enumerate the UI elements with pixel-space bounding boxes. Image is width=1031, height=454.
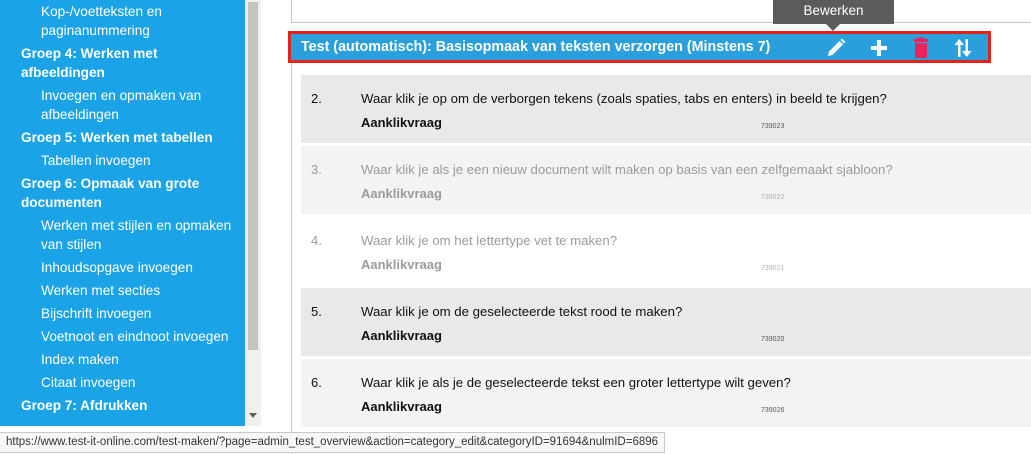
sort-arrows-icon [954, 39, 972, 57]
category-title: Test (automatisch): Basisopmaak van teks… [301, 39, 771, 55]
plus-icon [871, 40, 887, 56]
question-number: 6. [311, 375, 322, 390]
sidebar-item[interactable]: Voetnoot en eindnoot invoegen [0, 327, 245, 346]
sidebar-group-heading: Groep 5: Werken met tabellen [21, 130, 213, 145]
question-type: Aanklikvraag [361, 257, 442, 272]
scrollbar-thumb[interactable] [248, 2, 258, 350]
trash-icon [914, 37, 928, 58]
sidebar-item[interactable]: Tabellen invoegen [0, 151, 245, 170]
question-id: 739020 [761, 336, 785, 343]
add-question-button[interactable] [867, 37, 891, 59]
sidebar-group-heading: Groep 6: Opmaak van grote documenten [21, 176, 200, 210]
sidebar-item[interactable]: Invoegen en opmaken van afbeeldingen [0, 86, 245, 124]
edit-button[interactable] [824, 37, 848, 59]
sidebar-item[interactable]: Citaat invoegen [0, 373, 245, 392]
question-id: 739022 [761, 194, 785, 201]
question-type: Aanklikvraag [361, 399, 442, 414]
question-number: 4. [311, 233, 322, 248]
question-text[interactable]: Waar klik je als je een nieuw document w… [361, 162, 893, 177]
tooltip-pointer [826, 24, 840, 31]
sidebar-item[interactable]: Werken met stijlen en opmaken van stijle… [0, 216, 245, 254]
sidebar-item[interactable]: Bijschrift invoegen [0, 304, 245, 323]
sidebar-item[interactable]: Werken met secties [0, 281, 245, 300]
question-id: 739026 [761, 407, 785, 414]
sidebar-item[interactable]: Inhoudsopgave invoegen [0, 258, 245, 277]
question-row[interactable]: 6. Waar klik je als je de geselecteerde … [301, 359, 1031, 427]
question-id: 739023 [761, 123, 785, 130]
category-header: Test (automatisch): Basisopmaak van teks… [288, 31, 991, 63]
question-number: 3. [311, 162, 322, 177]
question-row[interactable]: 3. Waar klik je als je een nieuw documen… [301, 146, 1031, 214]
question-type: Aanklikvraag [361, 328, 442, 343]
scroll-down-arrow-icon[interactable] [249, 413, 257, 418]
edit-tooltip: Bewerken [773, 0, 894, 31]
question-text[interactable]: Waar klik je om het lettertype vet te ma… [361, 233, 617, 248]
previous-section-frame [291, 0, 1031, 23]
sort-button[interactable] [951, 37, 975, 59]
question-type: Aanklikvraag [361, 115, 442, 130]
sidebar-item[interactable]: Kop-/voetteksten en paginanummering [0, 2, 245, 40]
sidebar-scrollbar[interactable] [245, 0, 261, 426]
question-row[interactable]: 2. Waar klik je op om de verborgen teken… [301, 75, 1031, 143]
question-text[interactable]: Waar klik je op om de verborgen tekens (… [361, 91, 887, 106]
pencil-icon [828, 38, 846, 56]
sidebar-nav: Kop-/voetteksten en paginanummering Groep… [0, 0, 245, 426]
sidebar-group-heading: Groep 7: Afdrukken [21, 398, 148, 413]
question-number: 5. [311, 304, 322, 319]
question-type: Aanklikvraag [361, 186, 442, 201]
question-text[interactable]: Waar klik je om de geselecteerde tekst r… [361, 304, 682, 319]
question-row[interactable]: 4. Waar klik je om het lettertype vet te… [301, 217, 1031, 285]
delete-button[interactable] [909, 37, 933, 59]
section-frame-border [291, 63, 292, 454]
sidebar-list: Kop-/voetteksten en paginanummering Groep… [0, 2, 245, 419]
question-row[interactable]: 5. Waar klik je om de geselecteerde teks… [301, 288, 1031, 356]
question-id: 739021 [761, 265, 785, 272]
sidebar-group-heading: Groep 4: Werken met afbeeldingen [21, 46, 158, 80]
sidebar-item[interactable]: Index maken [0, 350, 245, 369]
question-text[interactable]: Waar klik je als je de geselecteerde tek… [361, 375, 791, 390]
question-number: 2. [311, 91, 322, 106]
tooltip-text: Bewerken [803, 3, 864, 18]
status-bar-url: https://www.test-it-online.com/test-make… [0, 432, 666, 453]
